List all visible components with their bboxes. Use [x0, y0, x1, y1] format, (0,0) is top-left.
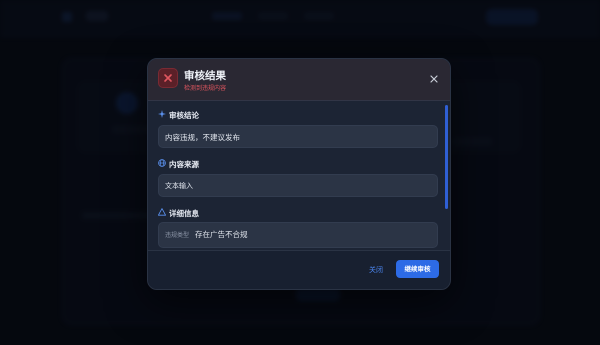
dialog-title: 审核结果: [184, 70, 226, 82]
violation-type-label: 违规类型: [165, 232, 190, 239]
details-field: 违规类型 存在广告不合规: [158, 222, 438, 248]
section-conclusion-title: 审核结论: [169, 111, 199, 120]
close-icon[interactable]: [428, 73, 440, 85]
dialog-footer: 关闭 继续审核: [148, 250, 450, 289]
sparkle-icon: [158, 110, 166, 118]
dialog-subtitle: 检测到违规内容: [184, 85, 227, 92]
violation-type-value: 存在广告不合规: [195, 230, 248, 239]
section-details-title: 详细信息: [169, 209, 199, 218]
dialog-scrollbar[interactable]: [445, 105, 448, 209]
source-value: 文本输入: [165, 182, 193, 190]
section-source-heading: 内容来源: [158, 159, 358, 169]
section-details-heading: 详细信息: [158, 208, 358, 218]
source-field: 文本输入: [158, 174, 438, 197]
conclusion-field: 内容违规，不建议发布: [158, 125, 438, 148]
section-source-title: 内容来源: [169, 160, 199, 169]
audit-result-dialog: 审核结果 检测到违规内容 审核结论 内容违规，不建议发布 内容来源 文本输入 详…: [147, 58, 451, 290]
close-button[interactable]: 关闭: [369, 265, 383, 275]
dialog-header: 审核结果 检测到违规内容: [148, 59, 450, 101]
dialog-body[interactable]: 审核结论 内容违规，不建议发布 内容来源 文本输入 详细信息 违规类型 存在广告…: [148, 101, 450, 250]
continue-audit-button[interactable]: 继续审核: [396, 260, 439, 278]
error-x-icon: [158, 68, 178, 88]
globe-icon: [158, 159, 166, 167]
section-conclusion-heading: 审核结论: [158, 110, 358, 120]
conclusion-value: 内容违规，不建议发布: [165, 133, 240, 142]
warning-triangle-icon: [158, 208, 166, 216]
